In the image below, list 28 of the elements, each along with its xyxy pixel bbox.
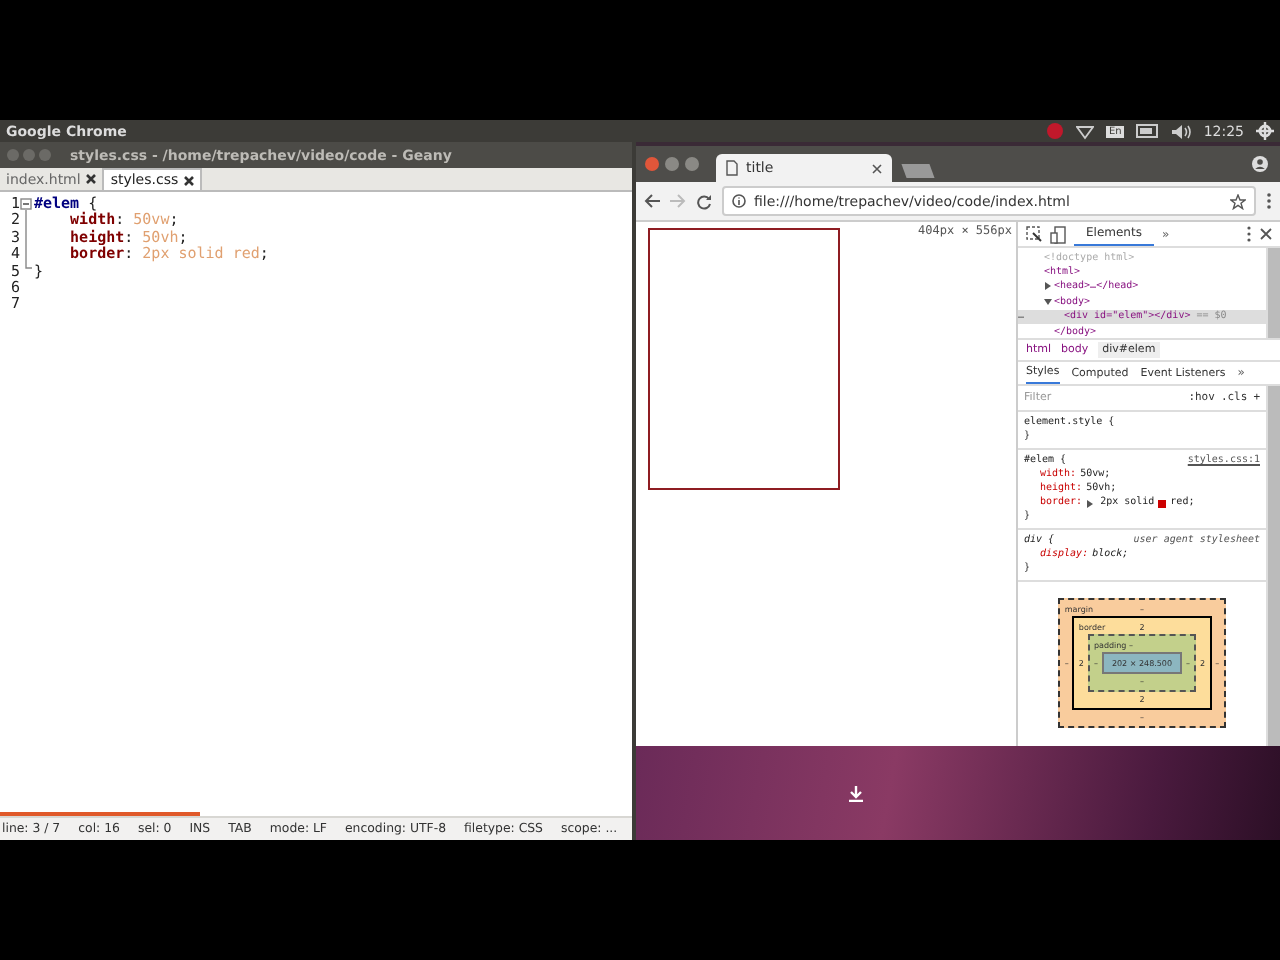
color-swatch[interactable] <box>1158 499 1167 507</box>
device-icon[interactable] <box>1050 225 1066 243</box>
info-icon[interactable] <box>732 194 746 208</box>
inspect-icon[interactable] <box>1026 226 1042 242</box>
volume-icon[interactable] <box>1171 123 1192 139</box>
page-icon <box>726 160 738 176</box>
scrollbar[interactable] <box>1266 386 1280 746</box>
battery-icon[interactable] <box>1135 124 1160 138</box>
close-icon[interactable] <box>872 163 882 173</box>
new-tab-button[interactable] <box>901 164 935 178</box>
reload-icon[interactable] <box>696 193 712 209</box>
menu-icon[interactable] <box>1246 226 1252 242</box>
wifi-icon[interactable] <box>1076 123 1095 139</box>
profile-icon[interactable] <box>1252 156 1268 172</box>
window-controls-icon[interactable] <box>644 156 704 172</box>
collapse-icon[interactable] <box>1044 297 1052 306</box>
expand-icon[interactable] <box>1086 499 1095 507</box>
back-icon[interactable] <box>644 194 660 208</box>
scrollbar[interactable] <box>1266 248 1280 338</box>
expand-icon[interactable] <box>1044 282 1052 291</box>
fold-line <box>20 210 32 270</box>
download-icon[interactable] <box>848 786 864 802</box>
close-icon[interactable] <box>86 174 97 184</box>
close-icon[interactable] <box>1260 228 1272 240</box>
star-icon[interactable] <box>1230 193 1246 209</box>
fold-icon[interactable] <box>20 196 32 213</box>
close-icon[interactable] <box>184 175 195 185</box>
menu-icon[interactable] <box>1266 192 1272 210</box>
